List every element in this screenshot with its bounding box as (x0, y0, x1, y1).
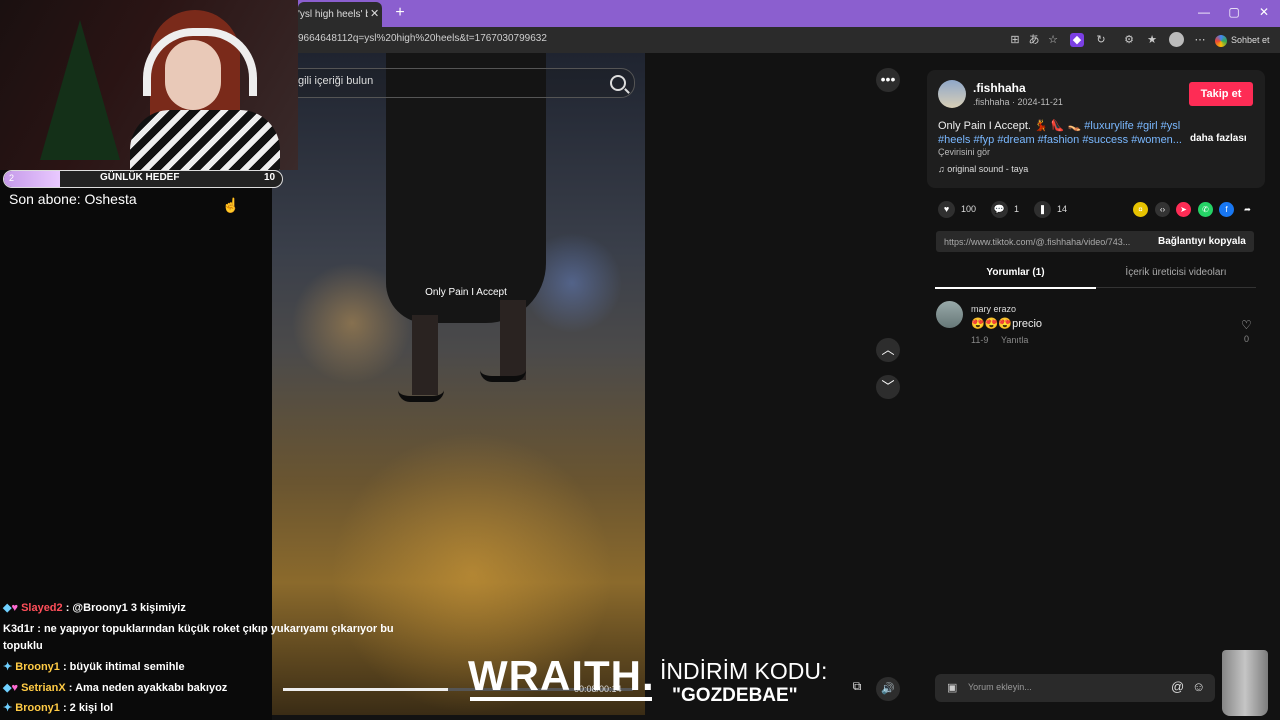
comment-date: 11-9 (971, 335, 989, 345)
video-shoe-right (480, 352, 526, 382)
chat-message: ◆♥ SetrianX : Ama neden ayakkabı bakıyoz (3, 680, 423, 697)
browser-tab[interactable]: 'ysl high heels' bulsu ✕ (298, 2, 382, 27)
chat-user: SetrianX (21, 682, 66, 694)
url-field[interactable]: 9664648112q=ysl%20high%20heels&t=1767030… (298, 33, 547, 44)
whatsapp-icon[interactable]: ✆ (1198, 202, 1213, 217)
more-options-button[interactable]: ••• (876, 68, 900, 92)
search-placeholder: gili içeriği bulun (298, 75, 374, 87)
embed-icon[interactable]: ‹› (1155, 202, 1170, 217)
commenter-avatar[interactable] (936, 301, 963, 328)
next-video-button[interactable]: ﹀ (876, 375, 900, 399)
follow-button[interactable]: Takip et (1189, 82, 1253, 106)
comment-text: 😍😍😍precio (971, 318, 1043, 330)
volume-icon[interactable]: 🔊 (876, 677, 900, 701)
description-text: Only Pain I Accept. 💃 👠 👡 (938, 120, 1082, 132)
chat-user: K3d1r (3, 623, 35, 635)
reply-button[interactable]: Yanıtla (1001, 335, 1028, 345)
christmas-tree (40, 20, 120, 160)
last-subscriber: Son abone: Oshesta (9, 191, 137, 207)
video-caption: Only Pain I Accept (425, 287, 507, 298)
collections-icon[interactable]: ★ (1145, 33, 1159, 47)
webcam-feed (0, 0, 298, 170)
chat-message: K3d1r : ne yapıyor topuklarından küçük r… (3, 621, 403, 655)
author-name[interactable]: .fishhaha (973, 81, 1026, 95)
tab-comments[interactable]: Yorumlar (1) (935, 260, 1096, 289)
extensions-icon[interactable]: ⚙ (1122, 33, 1136, 47)
link-url[interactable]: https://www.tiktok.com/@.fishhaha/video/… (944, 237, 1149, 247)
chat-user: Broony1 (15, 661, 60, 673)
more-menu-icon[interactable]: ⋯ (1193, 33, 1207, 47)
profile-avatar[interactable] (1169, 32, 1184, 47)
maximize-button[interactable]: ▢ (1226, 5, 1242, 19)
chat-message: ✦ Broony1 : büyük ihtimal semihle (3, 659, 423, 676)
goal-label: GÜNLÜK HEDEF (100, 172, 180, 183)
commenter-name[interactable]: mary erazo (971, 304, 1016, 314)
chat-text: : @Broony1 3 kişimiyiz (62, 602, 186, 614)
like-count: 100 (961, 204, 977, 214)
coin-icon[interactable]: ¤ (1133, 202, 1148, 217)
sponsor-logo: WRAITH. (468, 652, 655, 699)
comment-like-icon[interactable]: ♡ (1241, 318, 1252, 332)
mouse-cursor-icon: ☝ (222, 197, 240, 213)
comment-placeholder: Yorum ekleyin... (968, 682, 1032, 692)
chat-message: ◆♥ Slayed2 : @Broony1 3 kişimiyiz (3, 600, 423, 617)
comment-icon[interactable]: 💬 (991, 201, 1008, 218)
picture-in-picture-icon[interactable]: ⧉ (849, 679, 865, 697)
chat-text: : 2 kişi lol (59, 702, 114, 714)
badge-icon: ✦ (3, 702, 13, 714)
author-meta: .fishhaha · 2024-11-21 (973, 97, 1063, 107)
heart-icon: ♥ (11, 602, 18, 614)
comment-like-count: 0 (1244, 334, 1250, 344)
chat-text: : büyük ihtimal semihle (59, 661, 185, 673)
goal-max: 10 (264, 172, 276, 183)
promo-label: İNDİRİM KODU: (660, 658, 828, 684)
close-window-button[interactable]: ✕ (1256, 5, 1272, 19)
mention-icon[interactable]: @ (1171, 679, 1184, 694)
facebook-icon[interactable]: f (1219, 202, 1234, 217)
search-icon[interactable] (610, 75, 626, 91)
sound-link[interactable]: ♫ original sound - taya (938, 164, 1028, 174)
comment-count: 1 (1014, 204, 1020, 214)
goal-current: 2 (9, 173, 15, 183)
translate-icon[interactable]: あ (1027, 33, 1041, 47)
tab-creator-videos[interactable]: İçerik üreticisi videoları (1096, 260, 1256, 288)
chat-message: ✦ Broony1 : 2 kişi lol (3, 700, 423, 717)
favorite-star-icon[interactable]: ☆ (1046, 33, 1060, 47)
show-more-link[interactable]: daha fazlası (1190, 133, 1247, 144)
post-description: Only Pain I Accept. 💃 👠 👡 #luxurylife #g… (938, 119, 1188, 147)
emoji-icon[interactable]: ☺ (1192, 679, 1205, 694)
like-icon[interactable]: ♥ (938, 201, 955, 218)
bookmark-icon[interactable]: ❚ (1034, 201, 1051, 218)
previous-video-button[interactable]: ︿ (876, 338, 900, 362)
refresh-icon[interactable]: ↻ (1094, 33, 1108, 47)
chat-user: Slayed2 (21, 602, 63, 614)
promo-code: "GOZDEBAE" (672, 685, 798, 706)
heart-icon: ♥ (11, 682, 18, 694)
copilot-icon (1215, 34, 1227, 47)
glass-overlay (1222, 650, 1268, 716)
share-arrow-icon[interactable]: ➦ (1240, 202, 1255, 217)
streamer-sweater (130, 110, 280, 170)
copy-link-button[interactable]: Bağlantıyı kopyala (1158, 236, 1246, 247)
badge-icon: ✦ (3, 661, 13, 673)
save-count: 14 (1057, 204, 1068, 214)
image-icon[interactable]: ▣ (947, 681, 957, 694)
author-avatar[interactable] (938, 80, 966, 108)
video-shoe-left (398, 372, 444, 402)
copilot-chat-label: Sohbet et (1231, 35, 1270, 45)
chat-text: : Ama neden ayakkabı bakıyoz (65, 682, 228, 694)
sponsor-underline (470, 697, 652, 701)
new-tab-button[interactable]: + (392, 3, 408, 23)
send-icon[interactable]: ➤ (1176, 202, 1191, 217)
chat-text: : ne yapıyor topuklarından küçük roket ç… (3, 623, 394, 652)
extension-icon[interactable]: ◆ (1070, 33, 1084, 47)
tab-close-icon[interactable]: ✕ (370, 2, 379, 27)
tab-title: 'ysl high heels' bulsu (298, 9, 368, 20)
chat-user: Broony1 (15, 702, 60, 714)
app-icon[interactable]: ⊞ (1008, 33, 1022, 47)
minimize-button[interactable]: — (1196, 5, 1212, 19)
copilot-chat-button[interactable]: Sohbet et (1215, 31, 1275, 49)
translate-link[interactable]: Çevirisini gör (938, 147, 990, 157)
